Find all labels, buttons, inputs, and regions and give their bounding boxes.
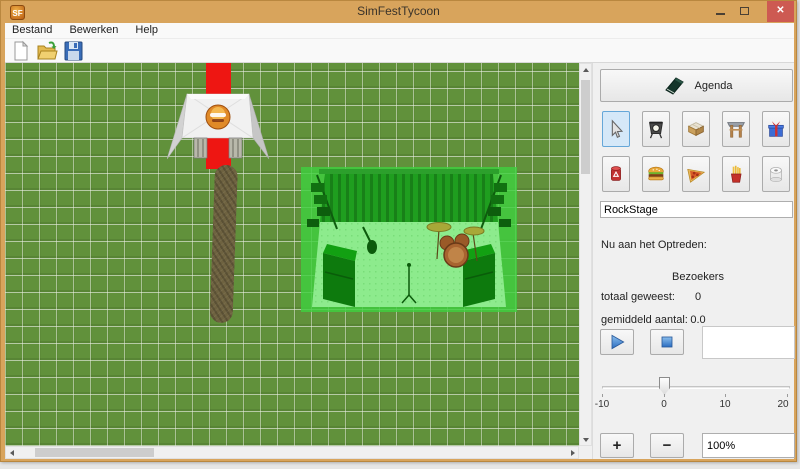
slider-label-min: -10 bbox=[590, 399, 614, 410]
scroll-down-icon bbox=[583, 438, 589, 442]
tool-select-cursor[interactable] bbox=[602, 111, 630, 147]
entrance-tent[interactable] bbox=[167, 86, 269, 161]
zoom-level-field[interactable] bbox=[702, 433, 795, 458]
scroll-right-button[interactable] bbox=[567, 447, 578, 458]
agenda-label: Agenda bbox=[695, 80, 733, 92]
vertical-scroll-thumb[interactable] bbox=[581, 80, 590, 174]
stop-icon bbox=[657, 332, 677, 352]
slider-label-ten: 10 bbox=[713, 399, 737, 410]
now-playing-display bbox=[702, 326, 795, 359]
vertical-scrollbar[interactable] bbox=[579, 63, 592, 446]
play-icon bbox=[607, 332, 627, 352]
toilet-paper-icon bbox=[765, 161, 787, 187]
scroll-up-button[interactable] bbox=[580, 64, 591, 75]
speed-slider-thumb[interactable] bbox=[659, 377, 670, 395]
toolbar bbox=[5, 39, 794, 63]
tent-speaker-left bbox=[194, 138, 207, 158]
titlebar[interactable]: SF SimFestTycoon ✕ bbox=[1, 1, 796, 23]
agenda-button[interactable]: Agenda bbox=[600, 69, 793, 102]
scroll-up-icon bbox=[583, 68, 589, 72]
side-panel: Agenda bbox=[592, 63, 794, 459]
fries-icon bbox=[725, 161, 747, 187]
maximize-icon bbox=[740, 7, 749, 15]
map-canvas[interactable] bbox=[5, 63, 579, 446]
close-button[interactable]: ✕ bbox=[767, 1, 794, 22]
open-file-icon bbox=[35, 40, 59, 62]
minimize-button[interactable] bbox=[710, 1, 732, 22]
client-area: Bestand Bewerken Help bbox=[5, 23, 794, 459]
tool-burger[interactable] bbox=[642, 156, 670, 192]
new-file-icon bbox=[9, 40, 33, 62]
scroll-down-button[interactable] bbox=[580, 434, 591, 445]
scrollbar-corner bbox=[579, 446, 592, 459]
stage-platform-icon bbox=[685, 116, 707, 142]
average-visitors-value: 0.0 bbox=[653, 314, 743, 326]
horizontal-scroll-thumb[interactable] bbox=[35, 448, 154, 457]
tool-pizza[interactable] bbox=[682, 156, 710, 192]
save-file-button[interactable] bbox=[61, 40, 85, 62]
slider-label-zero: 0 bbox=[652, 399, 676, 410]
select-cursor-icon bbox=[605, 116, 627, 142]
entrance-gate-icon bbox=[725, 116, 747, 142]
slider-tick bbox=[725, 394, 726, 397]
slider-tick bbox=[664, 394, 665, 397]
tool-trash-can[interactable] bbox=[602, 156, 630, 192]
speed-slider-track[interactable] bbox=[602, 386, 790, 389]
app-window: SF SimFestTycoon ✕ Bestand Bewerken Help bbox=[0, 0, 797, 462]
trash-can-icon bbox=[605, 161, 627, 187]
stop-button[interactable] bbox=[650, 329, 684, 355]
tool-toilet-paper[interactable] bbox=[762, 156, 790, 192]
menu-bewerken[interactable]: Bewerken bbox=[62, 23, 125, 37]
stage-curtain bbox=[320, 174, 498, 222]
window-title: SimFestTycoon bbox=[1, 4, 796, 18]
scroll-left-icon bbox=[10, 450, 14, 456]
burger-icon bbox=[645, 161, 667, 187]
dirt-path bbox=[209, 165, 238, 324]
save-file-icon bbox=[61, 40, 85, 62]
stage-name-input[interactable] bbox=[600, 201, 793, 218]
stage-truss-top bbox=[319, 169, 499, 174]
zoom-in-button[interactable]: + bbox=[600, 433, 634, 458]
tent-speaker-right bbox=[229, 138, 242, 158]
visitors-header: Bezoekers bbox=[653, 271, 743, 283]
tool-fries[interactable] bbox=[722, 156, 750, 192]
menu-bar: Bestand Bewerken Help bbox=[5, 23, 794, 39]
total-visitors-value: 0 bbox=[653, 291, 743, 303]
minimize-icon bbox=[716, 13, 725, 15]
slider-tick bbox=[787, 394, 788, 397]
maximize-button[interactable] bbox=[734, 1, 756, 22]
horizontal-scrollbar[interactable] bbox=[5, 446, 579, 459]
zoom-out-button[interactable]: − bbox=[650, 433, 684, 458]
open-file-button[interactable] bbox=[35, 40, 59, 62]
spotlight-icon bbox=[645, 116, 667, 142]
tool-stage-platform[interactable] bbox=[682, 111, 710, 147]
new-file-button[interactable] bbox=[9, 40, 33, 62]
slider-tick bbox=[602, 394, 603, 397]
play-button[interactable] bbox=[600, 329, 634, 355]
scroll-right-icon bbox=[571, 450, 575, 456]
tool-spotlight[interactable] bbox=[642, 111, 670, 147]
slider-label-max: 20 bbox=[771, 399, 795, 410]
stage-placement-preview[interactable] bbox=[301, 167, 517, 312]
agenda-book-icon bbox=[661, 74, 687, 98]
pizza-icon bbox=[685, 161, 707, 187]
tool-entrance-gate[interactable] bbox=[722, 111, 750, 147]
menu-bestand[interactable]: Bestand bbox=[5, 23, 59, 37]
now-performing-label: Nu aan het Optreden: bbox=[601, 239, 707, 251]
menu-help[interactable]: Help bbox=[128, 23, 165, 37]
gift-icon bbox=[765, 116, 787, 142]
scroll-left-button[interactable] bbox=[6, 447, 17, 458]
tool-gift[interactable] bbox=[762, 111, 790, 147]
stage-speaker-stack-left bbox=[323, 244, 357, 307]
